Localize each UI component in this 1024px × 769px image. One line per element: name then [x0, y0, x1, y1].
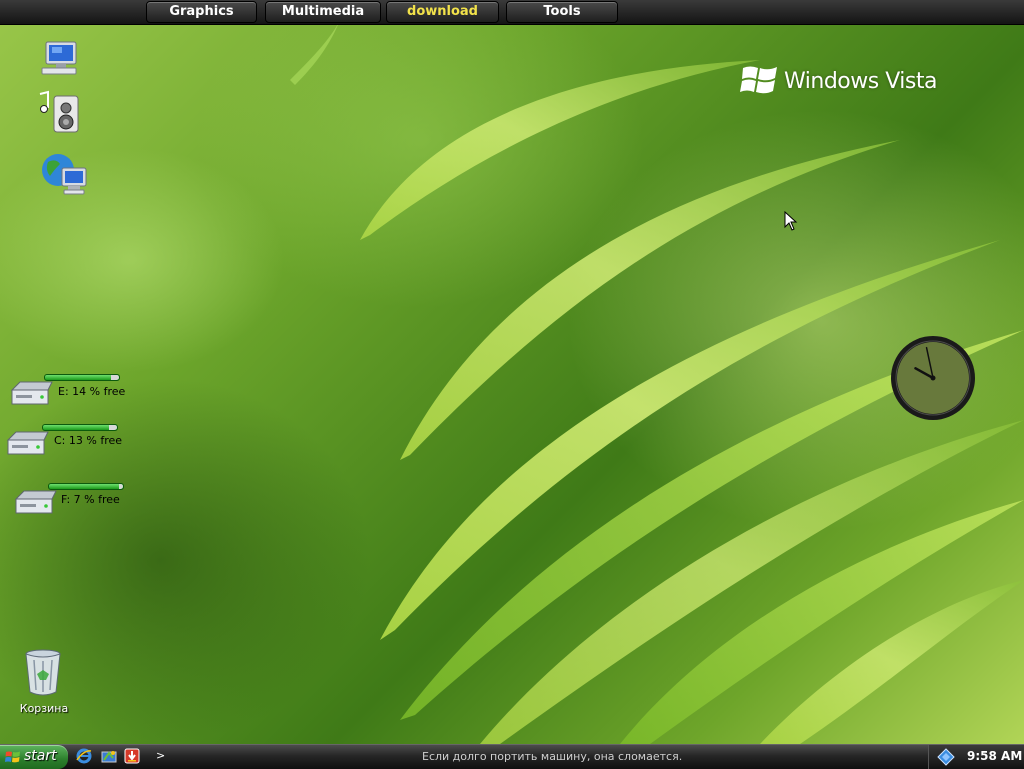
multimedia-button[interactable]: Multimedia — [265, 1, 381, 23]
hard-drive-icon — [14, 490, 57, 514]
graphics-button[interactable]: Graphics — [146, 1, 257, 23]
start-button[interactable]: start — [0, 745, 68, 769]
drive-widget-c[interactable]: C: 13 % free — [4, 422, 144, 462]
drive-e-usage-bar — [44, 374, 120, 381]
mouse-cursor-icon — [784, 211, 798, 231]
start-label: start — [24, 748, 57, 764]
my-computer-icon[interactable] — [38, 40, 82, 82]
show-desktop-icon[interactable] — [100, 748, 118, 764]
hard-drive-icon — [10, 381, 53, 405]
drive-widget-e[interactable]: E: 14 % free — [8, 372, 148, 412]
vista-logo-text: Windows Vista — [784, 69, 937, 94]
system-tray: 9:58 AM — [928, 745, 1024, 769]
quick-launch-chevron[interactable]: > — [156, 749, 165, 762]
network-icon[interactable] — [937, 748, 955, 766]
my-music-icon[interactable] — [34, 88, 82, 140]
drive-e-label: E: 14 % free — [58, 385, 126, 398]
drive-f-usage-bar — [48, 483, 124, 490]
windows-flag-icon — [5, 751, 20, 763]
tools-button[interactable]: Tools — [506, 1, 618, 23]
taskbar: start > Если долго портить машину, она с… — [0, 744, 1024, 769]
download-button[interactable]: download — [386, 1, 499, 23]
windows-vista-logo: Windows Vista — [740, 60, 940, 102]
launcher-bar: Graphics Multimedia download Tools — [0, 0, 1024, 25]
clock-widget[interactable] — [888, 333, 978, 423]
network-places-icon[interactable] — [40, 150, 90, 204]
hard-drive-icon — [6, 431, 49, 455]
download-manager-icon[interactable] — [124, 748, 140, 764]
recycle-bin-icon[interactable] — [22, 648, 64, 702]
wallpaper-leaves — [290, 20, 1024, 744]
internet-explorer-icon[interactable] — [76, 748, 92, 764]
drive-c-usage-bar — [42, 424, 118, 431]
tray-clock[interactable]: 9:58 AM — [967, 749, 1022, 763]
drive-widget-f[interactable]: F: 7 % free — [12, 481, 152, 521]
taskbar-message: Если долго портить машину, она сломается… — [422, 750, 683, 763]
recycle-bin-label: Корзина — [19, 702, 69, 715]
windows-flag-icon — [740, 66, 777, 94]
drive-f-label: F: 7 % free — [61, 493, 120, 506]
drive-c-label: C: 13 % free — [54, 434, 123, 447]
